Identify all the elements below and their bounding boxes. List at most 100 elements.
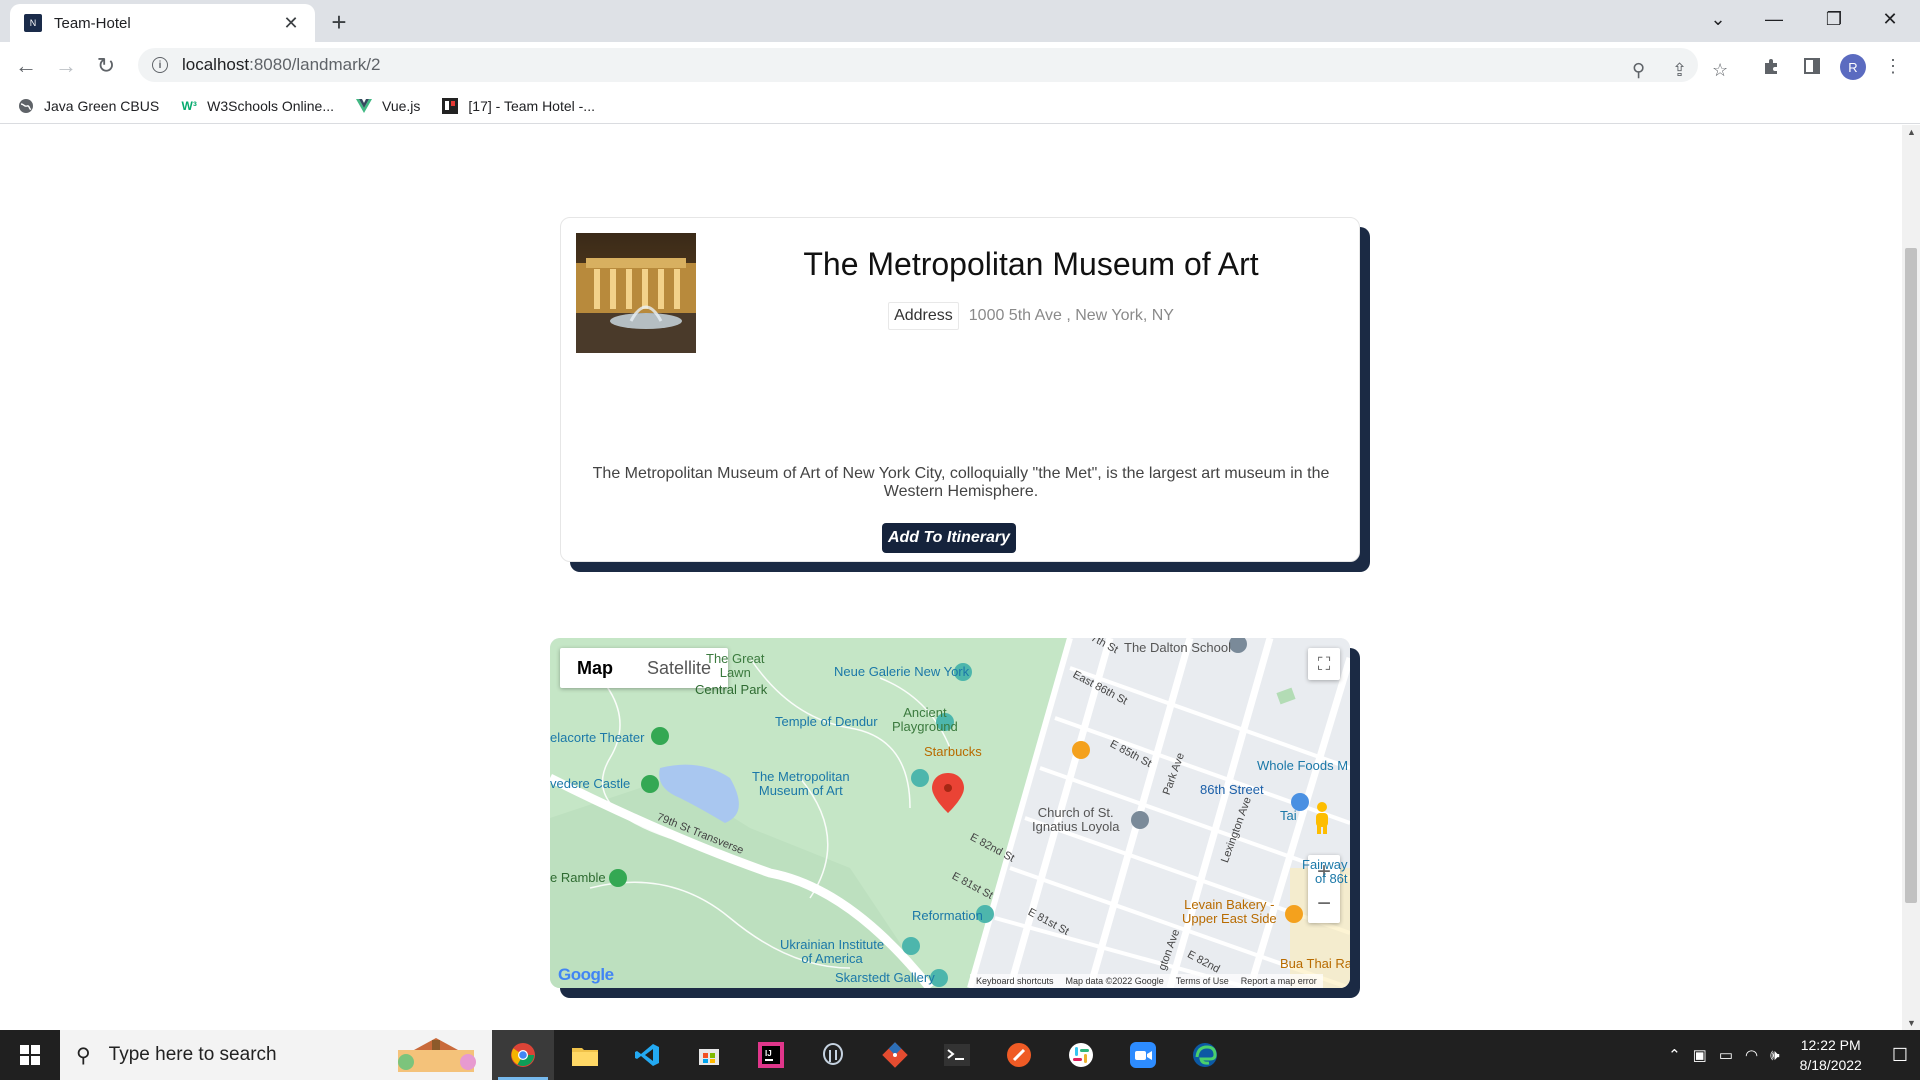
page-viewport: The Metropolitan Museum of Art Address 1… (0, 125, 1902, 1030)
bookmark-item[interactable]: Java Green CBUS (18, 98, 159, 114)
map-canvas[interactable] (550, 638, 1350, 988)
map-label-dalton[interactable]: The Dalton School (1124, 640, 1231, 655)
taskbar-git-icon[interactable] (864, 1030, 926, 1080)
taskbar-intellij-icon[interactable]: IJ (740, 1030, 802, 1080)
side-panel-icon[interactable] (1797, 51, 1827, 81)
bookmark-item[interactable]: W³ W3Schools Online... (181, 97, 335, 114)
show-hidden-icons-chevron-icon[interactable]: ⌃ (1668, 1046, 1681, 1064)
map-label-ukrainian[interactable]: Ukrainian Institute of America (780, 938, 884, 966)
minimize-button[interactable]: — (1746, 0, 1802, 38)
taskbar-file-explorer-icon[interactable] (554, 1030, 616, 1080)
google-map[interactable]: Map Satellite ⛶ + − The Great Lawn Centr… (550, 638, 1350, 988)
map-label-tai[interactable]: Tai (1280, 808, 1297, 823)
new-tab-button[interactable]: + (324, 8, 354, 38)
map-label-86th-street[interactable]: 86th Street (1200, 782, 1264, 797)
w3schools-icon: W³ (181, 98, 197, 113)
meet-now-icon[interactable]: ▣ (1693, 1046, 1707, 1064)
wifi-icon[interactable]: ◠ (1745, 1046, 1758, 1064)
tab-team-hotel[interactable]: N Team-Hotel ✕ (10, 4, 315, 42)
zoom-icon[interactable]: ⚲ (1632, 60, 1645, 81)
map-data-attribution: Map data ©2022 Google (1065, 976, 1164, 986)
landmark-title: The Metropolitan Museum of Art (803, 246, 1259, 282)
taskbar-terminal-icon[interactable] (926, 1030, 988, 1080)
taskbar-edge-icon[interactable] (1174, 1030, 1236, 1080)
restore-button[interactable]: ❐ (1806, 0, 1862, 38)
map-label-ramble[interactable]: e Ramble (550, 870, 606, 885)
taskbar-store-icon[interactable] (678, 1030, 740, 1080)
notifications-icon[interactable]: ☐ (1892, 1045, 1908, 1066)
url-host: localhost (182, 55, 250, 74)
share-icon[interactable]: ⇪ (1672, 60, 1687, 81)
tab-search-chevron-icon[interactable]: ⌄ (1690, 0, 1746, 38)
scroll-up-arrow-icon[interactable]: ▲ (1907, 127, 1916, 137)
google-logo[interactable]: Google (558, 965, 614, 985)
address-bar[interactable]: i localhost:8080/landmark/2 ⚲ ⇪ ☆ (138, 48, 1728, 82)
pegman-icon[interactable] (1313, 801, 1339, 841)
landmark-description: The Metropolitan Museum of Art of New Yo… (592, 465, 1330, 500)
bookmark-label: W3Schools Online... (207, 97, 335, 114)
bookmark-star-icon[interactable]: ☆ (1712, 60, 1728, 81)
map-label-central-park[interactable]: Central Park (695, 682, 767, 697)
map-label-met[interactable]: The Metropolitan Museum of Art (752, 770, 850, 798)
taskbar-postman-icon[interactable] (988, 1030, 1050, 1080)
map-label-starbucks[interactable]: Starbucks (924, 744, 982, 759)
taskbar-slack-icon[interactable] (1050, 1030, 1112, 1080)
taskbar-postgres-icon[interactable] (802, 1030, 864, 1080)
keyboard-shortcuts-link[interactable]: Keyboard shortcuts (976, 976, 1054, 986)
battery-icon[interactable]: ▭ (1719, 1046, 1733, 1064)
taskbar-vscode-icon[interactable] (616, 1030, 678, 1080)
bookmark-label: Java Green CBUS (44, 97, 160, 114)
landmark-card: The Metropolitan Museum of Art Address 1… (560, 217, 1360, 562)
tab-close-icon[interactable]: ✕ (281, 13, 301, 34)
scrollbar-thumb[interactable] (1905, 248, 1917, 903)
map-label-church[interactable]: Church of St. Ignatius Loyola (1032, 806, 1119, 834)
clock-date: 8/18/2022 (1799, 1057, 1862, 1073)
map-label-neue-galerie[interactable]: Neue Galerie New York (834, 664, 969, 679)
fullscreen-icon[interactable]: ⛶ (1308, 648, 1340, 680)
map-label-levain[interactable]: Levain Bakery - Upper East Side (1182, 898, 1277, 926)
address-value: 1000 5th Ave , New York, NY (968, 307, 1174, 324)
zoom-out-icon[interactable]: − (1317, 889, 1331, 923)
bookmark-item[interactable]: Vue.js (356, 98, 420, 114)
extensions-puzzle-icon[interactable] (1757, 51, 1787, 81)
url-path: :8080/landmark/2 (249, 55, 381, 74)
taskbar-search-input[interactable]: ⚲ Type here to search (60, 1030, 492, 1080)
back-arrow-icon[interactable]: ← (10, 50, 42, 82)
kebab-menu-icon[interactable]: ⋮ (1878, 51, 1908, 81)
map-label-reformation[interactable]: Reformation (912, 908, 983, 923)
map-label-skarstedt[interactable]: Skarstedt Gallery (835, 970, 935, 985)
address-row: Address 1000 5th Ave , New York, NY (711, 302, 1351, 330)
reload-icon[interactable]: ↻ (90, 50, 122, 82)
landmark-photo (576, 233, 696, 353)
site-favicon-icon: N (24, 14, 42, 32)
taskbar-clock[interactable]: 12:22 PM 8/18/2022 (1800, 1035, 1862, 1075)
scroll-down-arrow-icon[interactable]: ▼ (1907, 1018, 1916, 1028)
map-label-great-lawn[interactable]: The Great Lawn (706, 652, 765, 680)
map-label-bua-thai[interactable]: Bua Thai Ra (1280, 956, 1350, 971)
bookmark-label: [17] - Team Hotel -... (468, 97, 595, 114)
page-scrollbar[interactable]: ▲ ▼ (1902, 125, 1920, 1030)
forward-arrow-icon[interactable]: → (50, 50, 82, 82)
bookmark-label: Vue.js (382, 97, 421, 114)
site-info-icon[interactable]: i (152, 57, 168, 73)
report-map-error-link[interactable]: Report a map error (1241, 976, 1317, 986)
map-label-fairway[interactable]: Fairway of 86t (1302, 858, 1348, 886)
map-label-whole-foods[interactable]: Whole Foods M (1257, 758, 1348, 773)
map-label-belvedere[interactable]: vedere Castle (550, 776, 630, 791)
volume-icon[interactable]: 🕪 (1770, 1047, 1779, 1064)
map-type-map-button[interactable]: Map (560, 648, 630, 688)
profile-avatar[interactable]: R (1840, 54, 1866, 80)
map-label-temple-of-dendur[interactable]: Temple of Dendur (775, 714, 878, 729)
taskbar-chrome-icon[interactable] (492, 1030, 554, 1080)
add-to-itinerary-button[interactable]: Add To Itinerary (882, 523, 1016, 553)
close-window-button[interactable]: ✕ (1862, 0, 1918, 38)
map-label-delacorte[interactable]: elacorte Theater (550, 730, 644, 745)
windows-start-icon[interactable] (0, 1030, 60, 1080)
clock-time: 12:22 PM (1800, 1037, 1861, 1053)
bookmark-item[interactable]: [17] - Team Hotel -... (442, 97, 595, 114)
taskbar-search-placeholder: Type here to search (108, 1044, 277, 1065)
trello-icon (442, 97, 459, 114)
map-label-ancient-playground[interactable]: Ancient Playground (892, 706, 958, 734)
terms-of-use-link[interactable]: Terms of Use (1176, 976, 1229, 986)
taskbar-zoom-icon[interactable] (1112, 1030, 1174, 1080)
